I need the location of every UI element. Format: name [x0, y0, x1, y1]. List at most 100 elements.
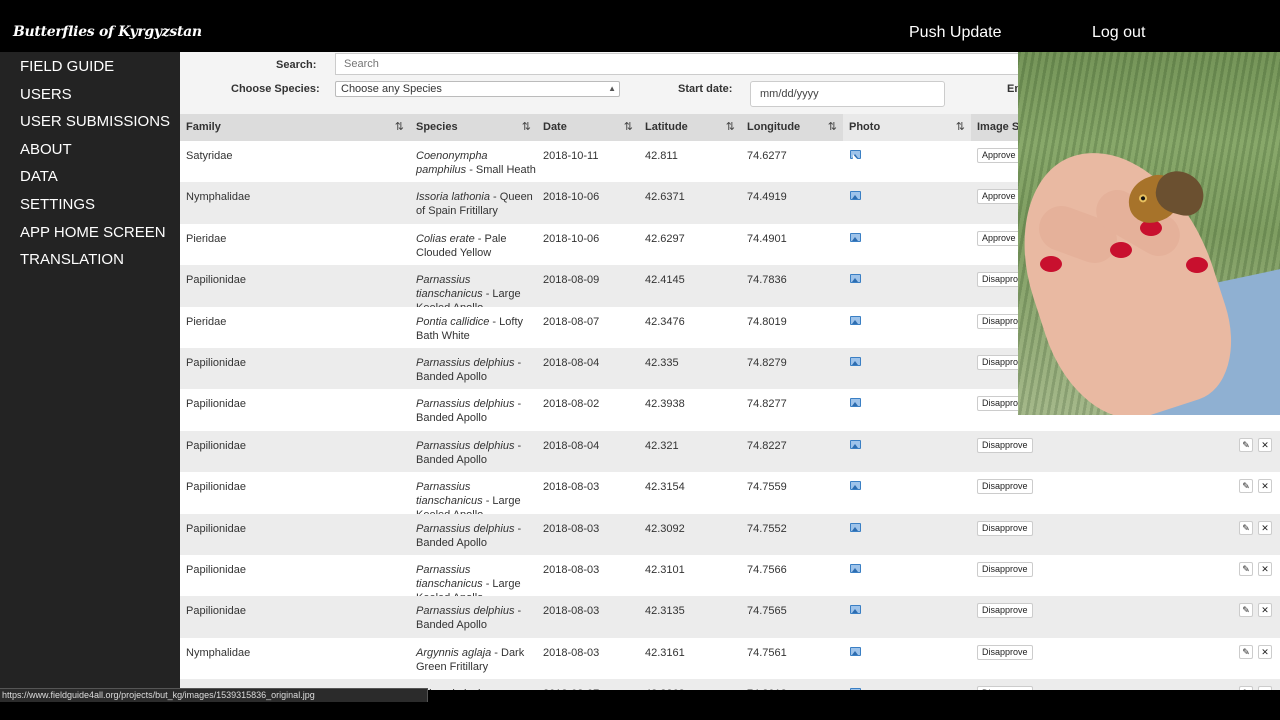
image-icon[interactable] — [850, 605, 861, 615]
sidebar: FIELD GUIDE USERS USER SUBMISSIONS ABOUT… — [0, 52, 180, 690]
nav-users[interactable]: USERS — [20, 86, 72, 103]
image-icon[interactable] — [850, 398, 861, 408]
species-latin: Parnassius tianschanicus — [416, 481, 483, 508]
push-update-link[interactable]: Push Update — [909, 24, 1002, 42]
image-icon[interactable] — [850, 232, 861, 242]
disapprove-button[interactable]: Disapprove — [977, 520, 1033, 536]
cell-date: 2018-08-03 — [543, 564, 600, 576]
close-icon[interactable]: ✕ — [1258, 562, 1272, 576]
sort-icon[interactable]: ⇅ — [624, 114, 633, 141]
cell-longitude: 74.8012 — [747, 687, 787, 690]
cell-species: Parnassius delphius - Banded Apollo — [416, 397, 538, 425]
col-latitude[interactable]: Latitude ⇅ — [639, 114, 741, 141]
image-icon[interactable] — [850, 688, 861, 690]
edit-icon[interactable]: ✎ — [1239, 686, 1253, 690]
col-photo-label: Photo — [849, 121, 881, 133]
col-date-label: Date — [543, 121, 567, 133]
image-icon[interactable] — [850, 274, 861, 284]
cell-family: Nymphalidae — [186, 191, 251, 204]
table-row: Nymphalidae Argynnis aglaja - Dark Green … — [180, 637, 1280, 680]
close-icon[interactable]: ✕ — [1258, 479, 1272, 494]
nav-translation[interactable]: TRANSLATION — [20, 251, 124, 268]
species-label: Choose Species: — [231, 83, 320, 95]
close-icon[interactable]: ✕ — [1258, 603, 1272, 618]
disapprove-button[interactable]: Disapprove — [977, 562, 1033, 577]
edit-icon[interactable]: ✎ — [1239, 644, 1253, 659]
close-icon[interactable]: ✕ — [1258, 437, 1272, 452]
image-icon[interactable] — [850, 439, 861, 449]
cell-longitude: 74.7559 — [747, 481, 787, 494]
cell-longitude: 74.7552 — [747, 522, 787, 535]
species-select[interactable]: Choose any Species ▲ — [335, 81, 620, 97]
edit-icon[interactable]: ✎ — [1239, 562, 1253, 576]
close-icon[interactable]: ✕ — [1258, 520, 1272, 535]
nav-field-guide[interactable]: FIELD GUIDE — [20, 58, 114, 75]
cell-latitude: 42.4145 — [645, 274, 685, 287]
image-icon[interactable] — [850, 481, 861, 491]
disapprove-button[interactable]: Disapprove — [977, 686, 1033, 690]
edit-icon[interactable]: ✎ — [1239, 437, 1253, 452]
approve-button[interactable]: Approve — [977, 148, 1021, 163]
cell-longitude: 74.7565 — [747, 605, 787, 618]
sort-icon[interactable]: ⇅ — [828, 114, 837, 141]
cell-longitude: 74.8279 — [747, 357, 787, 369]
cell-latitude: 42.6297 — [645, 232, 685, 245]
start-date-input[interactable]: mm/dd/yyyy — [750, 81, 945, 107]
species-select-value: Choose any Species — [341, 83, 442, 95]
nav-app-home-screen[interactable]: APP HOME SCREEN — [20, 224, 166, 241]
cell-species: Pontia callidice - Lofty Bath White — [416, 315, 538, 343]
col-longitude[interactable]: Longitude ⇅ — [741, 114, 843, 141]
approve-button[interactable]: Approve — [977, 189, 1021, 205]
close-icon[interactable]: ✕ — [1258, 686, 1272, 690]
nav-data[interactable]: DATA — [20, 168, 58, 185]
disapprove-button[interactable]: Disapprove — [977, 644, 1033, 660]
sort-icon[interactable]: ⇅ — [956, 114, 965, 141]
sort-icon[interactable]: ⇅ — [395, 114, 404, 141]
sort-icon[interactable]: ⇅ — [726, 114, 735, 141]
top-bar: Butterflies of Kyrgyzstan Push Update Lo… — [0, 0, 1280, 52]
cell-longitude: 74.8277 — [747, 398, 787, 411]
bottom-bar — [0, 702, 1280, 720]
species-latin: Issoria lathonia — [416, 191, 490, 204]
close-icon[interactable]: ✕ — [1258, 644, 1272, 659]
image-icon[interactable] — [850, 315, 861, 325]
cell-longitude: 74.7561 — [747, 646, 787, 659]
cell-latitude: 42.321 — [645, 439, 679, 452]
cell-date: 2018-10-06 — [543, 191, 600, 204]
start-date-label: Start date: — [678, 83, 733, 95]
image-icon[interactable] — [850, 564, 861, 573]
species-latin: Colias erate — [416, 232, 475, 245]
nav-about[interactable]: ABOUT — [20, 141, 72, 158]
photo-preview — [1018, 52, 1280, 415]
sort-icon[interactable]: ⇅ — [522, 114, 531, 141]
cell-family: Satyridae — [186, 150, 233, 162]
cell-latitude: 42.811 — [645, 150, 678, 162]
cell-species: Argynnis aglaja - Dark Green Fritillary — [416, 646, 538, 674]
image-icon[interactable] — [850, 646, 861, 656]
nav-user-submissions[interactable]: USER SUBMISSIONS — [20, 113, 170, 130]
brand-logo[interactable]: Butterflies of Kyrgyzstan — [13, 24, 202, 40]
disapprove-button[interactable]: Disapprove — [977, 603, 1033, 619]
approve-button[interactable]: Approve — [977, 230, 1021, 246]
disapprove-button[interactable]: Disapprove — [977, 479, 1033, 495]
image-icon[interactable] — [850, 191, 861, 201]
col-species[interactable]: Species ⇅ — [410, 114, 537, 141]
species-latin: Parnassius tianschanicus — [416, 564, 483, 590]
nail-shape — [1110, 242, 1132, 258]
cell-family: Papilionidae — [186, 398, 246, 411]
cell-longitude: 74.7566 — [747, 564, 787, 576]
image-icon[interactable] — [850, 522, 861, 532]
cell-date: 2018-08-07 — [543, 687, 599, 690]
nav-settings[interactable]: SETTINGS — [20, 196, 95, 213]
logout-link[interactable]: Log out — [1092, 24, 1145, 42]
species-common: - Small Heath — [466, 164, 536, 176]
disapprove-button[interactable]: Disapprove — [977, 437, 1033, 453]
edit-icon[interactable]: ✎ — [1239, 479, 1253, 494]
image-icon[interactable] — [850, 357, 861, 366]
search-input[interactable] — [335, 53, 1025, 75]
edit-icon[interactable]: ✎ — [1239, 520, 1253, 535]
col-date[interactable]: Date ⇅ — [537, 114, 639, 141]
col-family[interactable]: Family ⇅ — [180, 114, 410, 141]
col-photo[interactable]: Photo ⇅ — [843, 114, 971, 141]
edit-icon[interactable]: ✎ — [1239, 603, 1253, 618]
